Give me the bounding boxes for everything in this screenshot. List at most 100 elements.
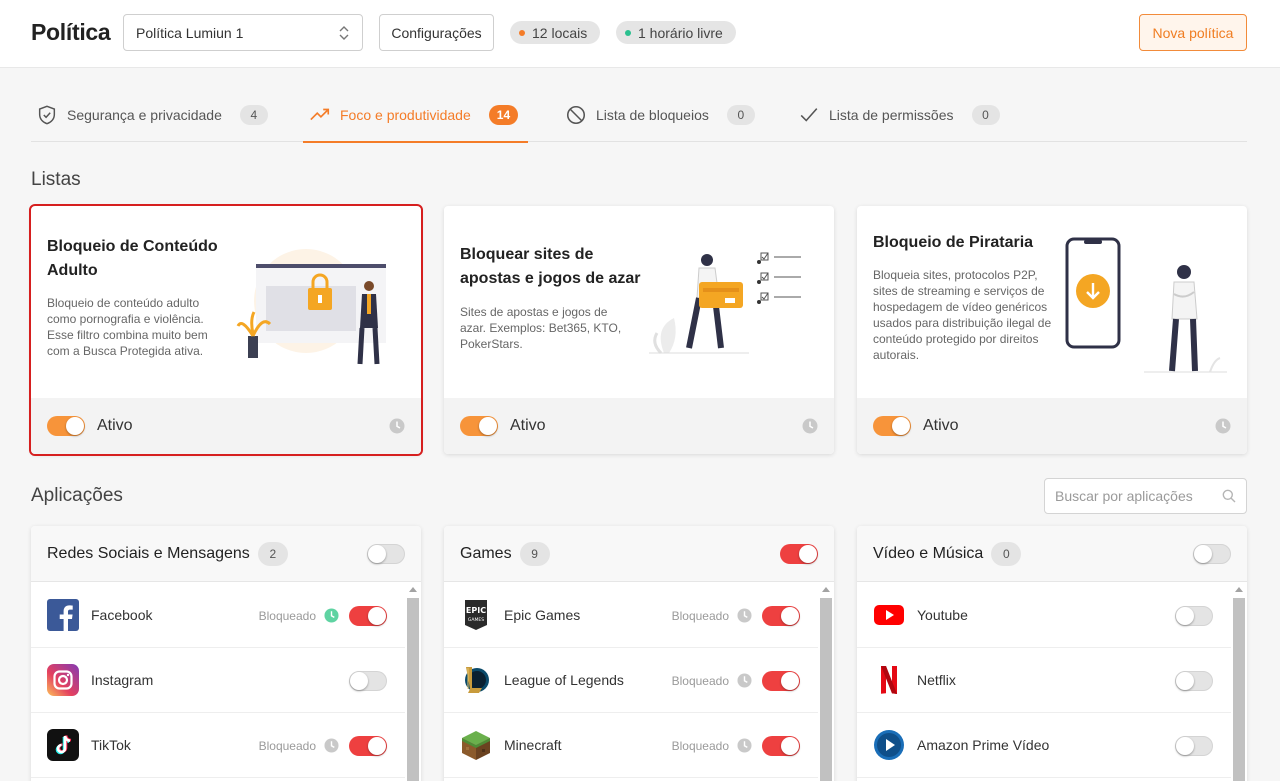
list-status-label: Ativo — [510, 417, 546, 434]
app-category-count: 2 — [257, 541, 288, 566]
app-name: Netflix — [917, 672, 956, 688]
app-toggle[interactable] — [349, 735, 387, 756]
locations-badge[interactable]: 12 locais — [510, 21, 600, 44]
app-row-controls: Bloqueado — [672, 648, 800, 713]
scrollbar[interactable] — [407, 585, 419, 781]
lists-section-title: Listas — [31, 169, 81, 190]
app-toggle[interactable] — [762, 735, 800, 756]
adult-content-lock-illustration — [236, 249, 386, 365]
tab-focus-productivity-count: 14 — [488, 105, 519, 125]
app-toggle[interactable] — [349, 605, 387, 626]
svg-text:EPIC: EPIC — [466, 606, 486, 615]
app-toggle[interactable] — [762, 670, 800, 691]
app-row-instagram[interactable]: Instagram — [31, 648, 405, 713]
apps-search-input[interactable] — [1055, 488, 1215, 504]
app-category-video-music: Vídeo e Música 0 Youtube Netflix Amazon … — [857, 526, 1247, 781]
new-policy-button[interactable]: Nova política — [1139, 14, 1247, 51]
app-category-title: Games — [460, 544, 512, 562]
app-row-epic-games[interactable]: EPIC GAMES Epic Games Bloqueado — [444, 583, 818, 648]
gambling-card-illustration — [649, 252, 801, 355]
list-toggle[interactable] — [460, 416, 498, 436]
blocked-label: Bloqueado — [258, 738, 316, 753]
list-toggle[interactable] — [47, 416, 85, 436]
app-toggle[interactable] — [1175, 670, 1213, 691]
facebook-icon — [47, 599, 79, 631]
settings-button[interactable]: Configurações — [379, 14, 494, 51]
app-name: Epic Games — [504, 607, 581, 623]
category-toggle[interactable] — [780, 544, 818, 564]
scrollbar[interactable] — [1233, 585, 1245, 781]
block-icon — [566, 105, 586, 125]
app-category-count: 9 — [519, 541, 550, 566]
app-category-header: Redes Sociais e Mensagens 2 — [31, 526, 421, 582]
policy-select[interactable]: Política Lumiun 1 — [123, 14, 363, 51]
clock-icon[interactable] — [737, 673, 752, 688]
list-card-gambling[interactable]: Bloquear sites de apostas e jogos de aza… — [444, 206, 834, 454]
chevron-up-down-icon — [339, 25, 349, 40]
app-row-minecraft[interactable]: Minecraft Bloqueado — [444, 713, 818, 778]
tab-allow-list[interactable]: Lista de permissões 0 — [798, 88, 1000, 142]
list-card-piracy[interactable]: Bloqueio de Pirataria Bloqueia sites, pr… — [857, 206, 1247, 454]
app-row-controls: Bloqueado — [259, 713, 387, 778]
list-card-description: Bloqueia sites, protocolos P2P, sites de… — [873, 268, 1052, 362]
app-name: Youtube — [917, 607, 968, 623]
list-card-title: Bloqueio de Conteúdo Adulto — [47, 238, 218, 279]
clock-icon[interactable] — [737, 608, 752, 623]
app-toggle[interactable] — [1175, 735, 1213, 756]
policy-tabs: Segurança e privacidade 4 Foco e produti… — [31, 88, 1247, 143]
list-card-footer: Ativo — [857, 398, 1247, 454]
tab-focus-productivity-label: Foco e produtividade — [340, 107, 471, 123]
app-row-amazon-prime-video[interactable]: Amazon Prime Vídeo — [857, 713, 1231, 778]
list-card-footer: Ativo — [444, 398, 834, 454]
free-time-badge[interactable]: 1 horário livre — [616, 21, 736, 44]
app-row-netflix[interactable]: Netflix — [857, 648, 1231, 713]
app-row-facebook[interactable]: Facebook Bloqueado — [31, 583, 405, 648]
clock-icon[interactable] — [324, 738, 339, 753]
tab-block-list[interactable]: Lista de bloqueios 0 — [565, 88, 755, 142]
app-row-controls — [349, 648, 387, 713]
svg-text:GAMES: GAMES — [468, 617, 484, 623]
app-row-controls — [1175, 583, 1213, 648]
tab-block-list-count: 0 — [726, 105, 755, 125]
clock-icon[interactable] — [737, 738, 752, 753]
app-category-games: Games 9 EPIC GAMES Epic Games Bloqueado L… — [444, 526, 834, 781]
list-status-label: Ativo — [97, 417, 133, 434]
tab-focus-productivity[interactable]: Foco e produtividade 14 — [303, 88, 528, 143]
app-name: League of Legends — [504, 672, 624, 688]
youtube-icon — [873, 599, 905, 631]
app-row-league-of-legends[interactable]: League of Legends Bloqueado — [444, 648, 818, 713]
minecraft-icon — [460, 729, 492, 761]
app-row-controls — [1175, 648, 1213, 713]
app-list: EPIC GAMES Epic Games Bloqueado League of… — [444, 583, 818, 778]
list-toggle[interactable] — [873, 416, 911, 436]
app-name: Facebook — [91, 607, 153, 623]
app-toggle[interactable] — [1175, 605, 1213, 626]
locations-badge-label: 12 locais — [532, 24, 588, 41]
app-toggle[interactable] — [762, 605, 800, 626]
category-toggle[interactable] — [1193, 544, 1231, 564]
policy-select-value: Política Lumiun 1 — [136, 24, 244, 41]
tab-allow-list-label: Lista de permissões — [829, 107, 954, 123]
list-card-adult-content[interactable]: Bloqueio de Conteúdo Adulto Bloqueio de … — [29, 204, 423, 456]
list-card-footer: Ativo — [31, 398, 421, 454]
tab-security-privacy[interactable]: Segurança e privacidade 4 — [36, 88, 268, 142]
app-row-controls: Bloqueado — [259, 583, 387, 648]
scrollbar[interactable] — [820, 585, 832, 781]
app-list: Facebook Bloqueado Instagram TikTok Bloq… — [31, 583, 405, 778]
blocked-label: Bloqueado — [671, 738, 729, 753]
app-row-youtube[interactable]: Youtube — [857, 583, 1231, 648]
clock-icon[interactable] — [324, 608, 339, 623]
app-category-count: 0 — [991, 541, 1022, 566]
clock-icon[interactable] — [389, 418, 405, 434]
category-toggle[interactable] — [367, 544, 405, 564]
search-icon[interactable] — [1222, 489, 1236, 503]
app-toggle[interactable] — [349, 670, 387, 691]
clock-icon[interactable] — [802, 418, 818, 434]
blocked-label: Bloqueado — [671, 673, 729, 688]
list-card-description: Sites de apostas e jogos de azar. Exempl… — [460, 305, 622, 351]
clock-icon[interactable] — [1215, 418, 1231, 434]
check-icon — [800, 108, 818, 122]
trending-up-icon — [310, 108, 330, 121]
list-status-label: Ativo — [923, 417, 959, 434]
app-row-tiktok[interactable]: TikTok Bloqueado — [31, 713, 405, 778]
